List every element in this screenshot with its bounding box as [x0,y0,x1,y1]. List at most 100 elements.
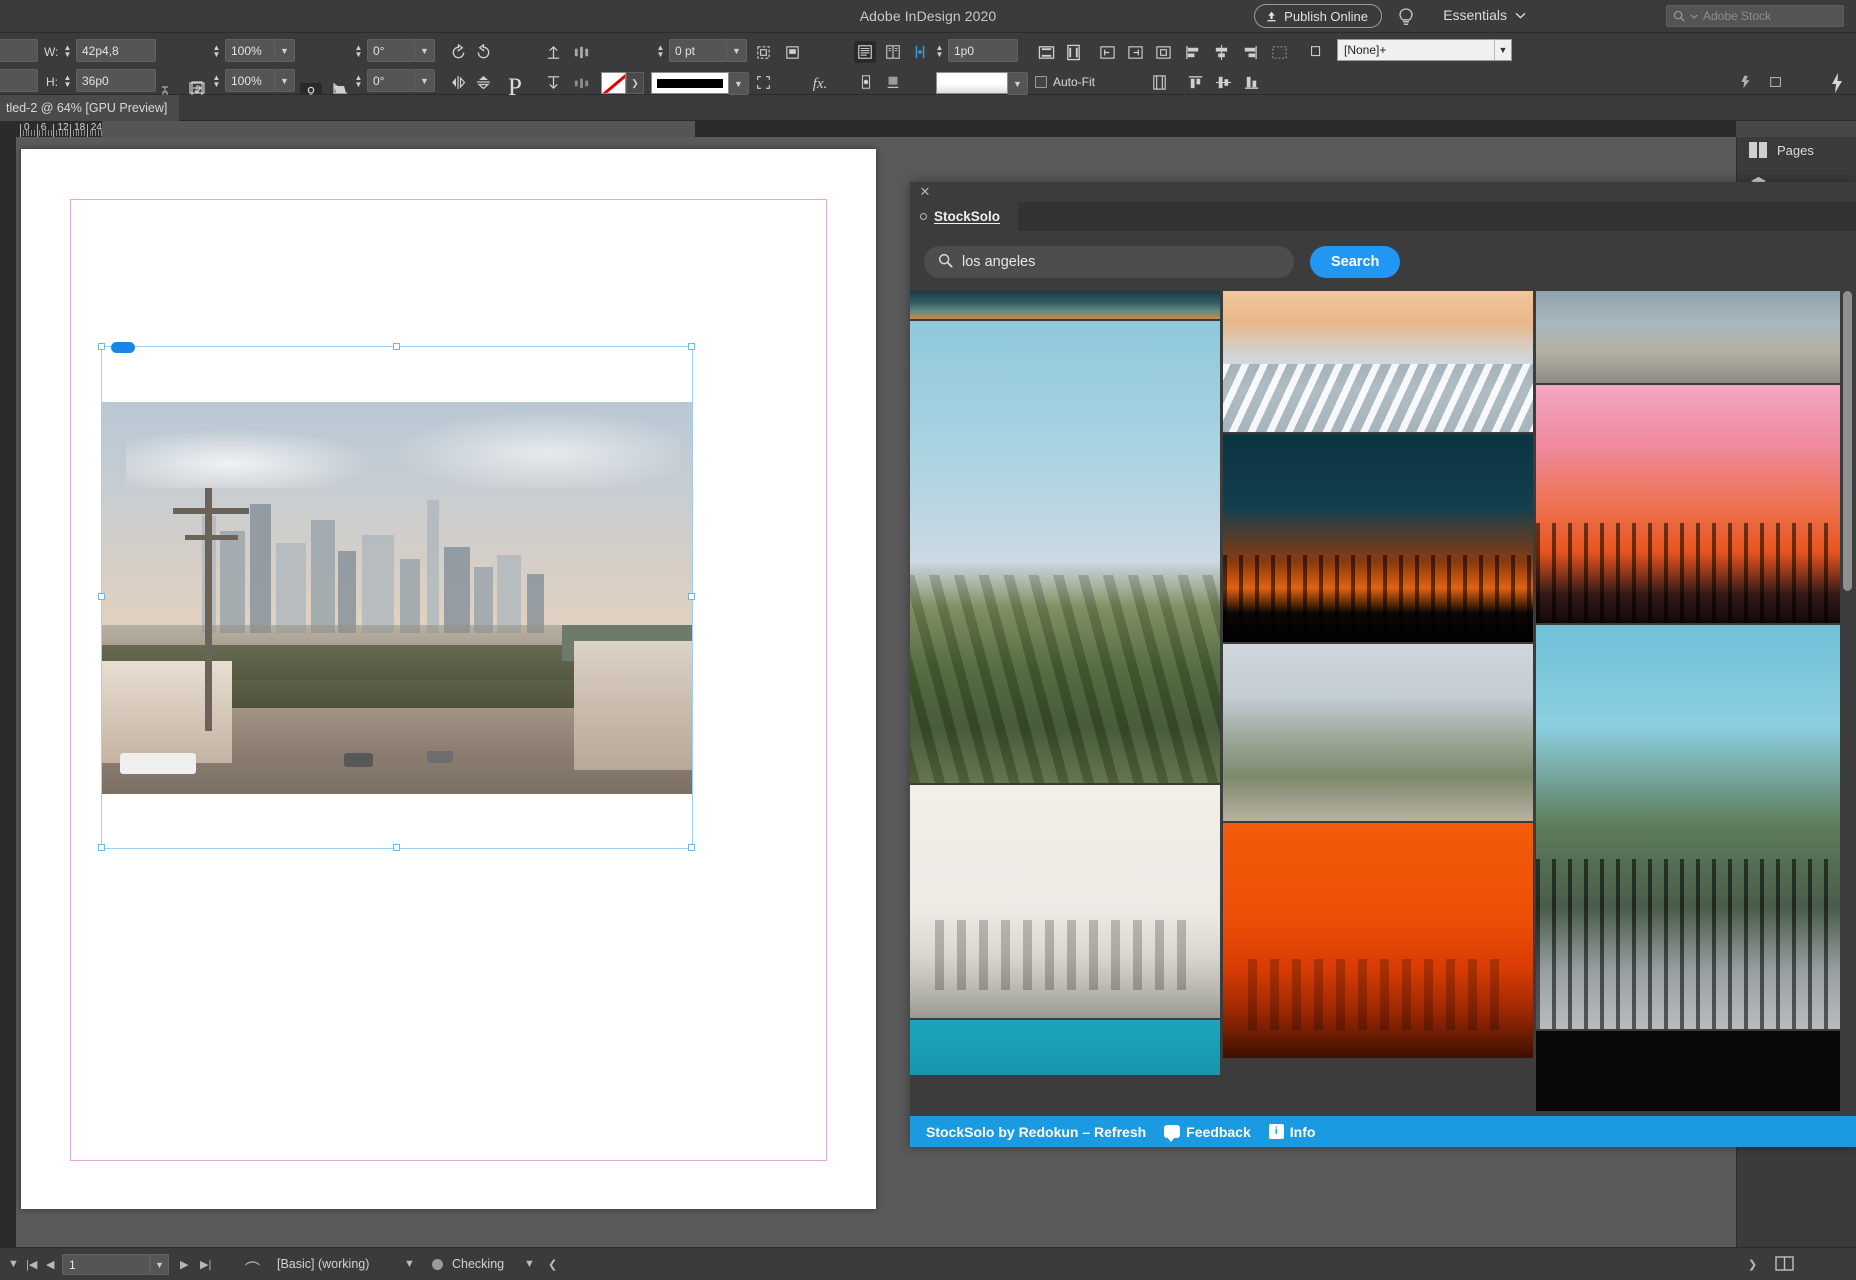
scroll-right-arrow[interactable]: ❯ [1748,1258,1757,1271]
object-style-icon[interactable] [1305,41,1327,63]
distribute-vertical-icon[interactable] [570,71,592,93]
first-page-button[interactable]: |◀ [26,1258,37,1271]
next-page-button[interactable]: ▶ [180,1258,188,1271]
preflight-dropdown[interactable]: ▼ [524,1258,535,1270]
stroke-style-swatch[interactable] [651,72,729,94]
placed-image-los-angeles-skyline[interactable] [102,402,692,794]
align-horizontal-centers-icon[interactable] [1210,41,1232,63]
y-position-field[interactable] [0,69,38,92]
width-stepper[interactable]: ▲▼ [62,41,73,61]
scrollbar-thumb[interactable] [1843,291,1852,591]
frame-fitting-options-icon[interactable] [752,41,774,63]
frame-fill-gradient-swatch[interactable] [936,72,1008,94]
flip-horizontal-icon[interactable] [447,71,469,93]
document-tab[interactable]: tled-2 @ 64% [GPU Preview] [0,95,179,121]
preview-toggle-icon[interactable] [1765,71,1787,93]
frame-handle-top-center[interactable] [393,343,400,350]
style-scope-icon[interactable]: ⌒ [245,1258,260,1279]
zoom-dropdown-icon[interactable]: ▼ [8,1258,19,1270]
rotation-field[interactable]: 0° [367,39,415,62]
fill-color-swatch[interactable] [601,72,626,94]
rotation-stepper[interactable]: ▲▼ [353,41,364,61]
panel-menu-icon[interactable] [920,213,927,220]
rotate-clockwise-icon[interactable] [447,41,469,63]
fit-content-to-frame-icon[interactable] [1124,41,1146,63]
tab-stocksolo[interactable]: StockSolo [910,202,1018,231]
stroke-weight-stepper[interactable]: ▲▼ [655,41,666,61]
stocksolo-results-grid[interactable] [910,291,1840,1125]
object-style-dropdown[interactable]: ▼ [1494,39,1512,61]
last-page-button[interactable]: ▶| [200,1258,211,1271]
auto-fit-option[interactable]: Auto-Fit [1035,75,1095,89]
style-dropdown[interactable]: ▼ [404,1258,415,1270]
auto-fit-checkbox[interactable] [1035,76,1047,88]
text-frame-options-icon[interactable] [854,41,876,63]
vertical-center-align-icon[interactable] [855,71,877,93]
columns-icon[interactable] [882,41,904,63]
frame-handle-bottom-right[interactable] [688,844,695,851]
frame-handle-bottom-left[interactable] [98,844,105,851]
close-icon[interactable]: ✕ [918,185,932,199]
distribute-spacing-icon[interactable] [1268,41,1290,63]
fill-frame-proportionally-icon[interactable] [1062,41,1084,63]
align-top-icon[interactable] [542,41,564,63]
shear-stepper[interactable]: ▲▼ [353,71,364,91]
search-input[interactable]: los angeles [924,246,1294,278]
x-position-field[interactable] [0,39,38,62]
scale-content-icon[interactable] [752,71,774,93]
scale-x-stepper[interactable]: ▲▼ [211,41,222,61]
gap-stepper[interactable]: ▲▼ [934,41,945,61]
stock-image-result[interactable] [1536,385,1840,623]
rotate-counterclockwise-icon[interactable] [472,41,494,63]
height-stepper[interactable]: ▲▼ [62,71,73,91]
align-bottom-icon[interactable] [542,71,564,93]
search-button[interactable]: Search [1310,246,1400,278]
stroke-weight-field[interactable]: 0 pt [669,39,727,62]
effects-fx-icon[interactable]: fx. [808,74,832,94]
stock-image-result[interactable] [910,291,1220,319]
workspace-switcher[interactable]: Essentials [1443,7,1526,23]
preflight-expand[interactable]: ❮ [548,1258,557,1271]
shear-dropdown[interactable]: ▼ [415,69,435,92]
vertical-ruler[interactable] [0,137,16,1247]
stroke-style-dropdown[interactable]: ▼ [729,72,749,95]
distribute-horizontal-icon[interactable] [570,41,592,63]
height-field[interactable]: 36p0 [76,69,156,92]
frame-link-badge[interactable] [111,342,135,353]
baseline-align-icon[interactable] [882,71,904,93]
frame-handle-middle-left[interactable] [98,593,105,600]
fit-content-proportionally-icon[interactable] [1035,41,1057,63]
align-left-edges-icon[interactable] [1182,41,1204,63]
frame-fill-dropdown[interactable]: ▼ [1008,72,1028,95]
footer-feedback-link[interactable]: Feedback [1164,1124,1251,1140]
flip-vertical-icon[interactable] [472,71,494,93]
align-vertical-centers-icon[interactable] [1212,71,1234,93]
frame-handle-top-right[interactable] [688,343,695,350]
stocksolo-panel[interactable]: ✕ StockSolo los angeles Se [910,182,1856,1147]
align-bottom-edges-icon[interactable] [1240,71,1262,93]
stock-image-result[interactable] [910,785,1220,1018]
sidebar-item-pages[interactable]: Pages [1737,133,1856,167]
align-right-edges-icon[interactable] [1238,41,1260,63]
spread-view-icon[interactable] [1775,1256,1794,1274]
frame-handle-middle-right[interactable] [688,593,695,600]
stock-image-result[interactable] [1223,291,1533,432]
frame-handle-bottom-center[interactable] [393,844,400,851]
align-top-edges-icon[interactable] [1184,71,1206,93]
stock-image-result[interactable] [910,321,1220,783]
content-grabber-icon[interactable] [1148,71,1170,93]
stock-image-result[interactable] [1536,1031,1840,1111]
gap-field[interactable]: 1p0 [948,39,1018,62]
page-number-field[interactable]: 1 [62,1254,150,1275]
stroke-weight-dropdown[interactable]: ▼ [727,39,747,62]
fit-frame-to-content-icon[interactable] [1096,41,1118,63]
fill-color-dropdown[interactable]: ❯ [626,72,644,94]
scale-y-field[interactable]: 100% [225,69,275,92]
center-content-icon[interactable] [1152,41,1174,63]
rotation-dropdown[interactable]: ▼ [415,39,435,62]
scale-x-field[interactable]: 100% [225,39,275,62]
lightbulb-icon[interactable] [1396,6,1416,28]
footer-info-link[interactable]: i Info [1269,1124,1316,1140]
bolt-icon[interactable] [1826,71,1848,95]
gap-tool-icon[interactable] [909,41,931,63]
